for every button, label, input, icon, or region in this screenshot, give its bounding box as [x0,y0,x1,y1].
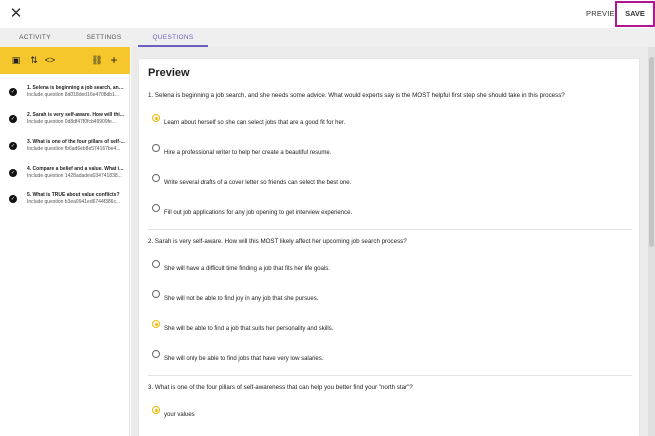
option-label: She will only be able to find jobs that … [164,356,324,362]
tab-settings[interactable]: SETTINGS [70,28,138,47]
question-2-option-3[interactable]: She will be able to find a job that suit… [152,320,622,334]
option-label: your values [164,412,195,418]
sidebar-item-title: 5. What is TRUE about value conflicts? [27,192,120,198]
sidebar-item-title: 1. Selena is beginning a job search, and… [27,85,125,91]
radio-selected-icon[interactable] [152,114,160,122]
check-circle-icon: ✓ [9,88,17,96]
radio-icon[interactable] [152,174,160,182]
close-icon[interactable]: ✕ [9,6,23,22]
tab-activity[interactable]: ACTIVITY [0,28,70,47]
tab-bar: ACTIVITY SETTINGS QUESTIONS [0,28,655,47]
radio-icon[interactable] [152,260,160,268]
tab-questions[interactable]: QUESTIONS [138,28,208,47]
sidebar-item-title: 4. Compare a belief and a value. What i.… [27,166,124,172]
scrollbar-thumb[interactable] [649,57,654,247]
sidebar-item-title: 2. Sarah is very self-aware. How will th… [27,112,124,118]
question-2-option-4[interactable]: She will only be able to find jobs that … [152,350,622,364]
radio-icon[interactable] [152,290,160,298]
question-sidebar: ▣ ⇅ <> ⛓ + ✓ 1. Selena is beginning a jo… [0,47,130,436]
question-1-option-1[interactable]: Learn about herself so she can select jo… [152,114,622,128]
sort-icon[interactable]: ⇅ [28,54,40,66]
radio-selected-icon[interactable] [152,406,160,414]
check-circle-icon: ✓ [9,115,17,123]
option-label: She will have a difficult time finding a… [164,266,330,272]
sidebar-item-question-3[interactable]: ✓ 3. What is one of the four pillars of … [0,136,130,166]
question-divider [148,375,632,376]
sidebar-item-subtitle: Include question 0d8df47f0fcb49909fe... [27,119,116,125]
code-icon[interactable]: <> [44,54,56,66]
option-label: She will not be able to find joy in any … [164,296,319,302]
option-label: Write several drafts of a cover letter s… [164,180,352,186]
sidebar-item-subtitle: Include question 1428adadea034741838... [27,173,122,179]
sidebar-item-question-2[interactable]: ✓ 2. Sarah is very self-aware. How will … [0,109,130,139]
question-1-option-4[interactable]: Fill out job applications for any job op… [152,204,622,218]
sidebar-item-question-1[interactable]: ✓ 1. Selena is beginning a job search, a… [0,82,130,112]
check-circle-icon: ✓ [9,142,17,150]
question-2-option-1[interactable]: She will have a difficult time finding a… [152,260,622,274]
question-3-option-1[interactable]: your values [152,406,622,420]
radio-selected-icon[interactable] [152,320,160,328]
radio-icon[interactable] [152,204,160,212]
preview-scrollbar[interactable] [648,47,655,436]
question-3-text: 3. What is one of the four pillars of se… [148,384,413,391]
option-label: Learn about herself so she can select jo… [164,120,346,126]
sidebar-item-subtitle: Include question 8d018ded16e4708db1... [27,92,120,98]
question-2-text: 2. Sarah is very self-aware. How will th… [148,238,407,245]
option-label: Hire a professional writer to help her c… [164,150,332,156]
option-label: Fill out job applications for any job op… [164,210,353,216]
sidebar-item-title: 3. What is one of the four pillars of se… [27,139,125,145]
check-circle-icon: ✓ [9,169,17,177]
question-2-option-2[interactable]: She will not be able to find joy in any … [152,290,622,304]
question-1-option-3[interactable]: Write several drafts of a cover letter s… [152,174,622,188]
question-divider [148,229,632,230]
question-1-text: 1. Selena is beginning a job search, and… [148,92,565,99]
top-bar: ✕ PREVIEW SAVE [0,0,655,28]
link-icon[interactable]: ⛓ [91,54,103,66]
radio-icon[interactable] [152,350,160,358]
preview-screen-icon[interactable]: ▣ [10,54,22,66]
save-button[interactable]: SAVE [615,1,655,27]
sidebar-item-subtitle: Include question b3ea9941ed6744f386c... [27,199,121,205]
add-icon[interactable]: + [108,54,120,66]
radio-icon[interactable] [152,144,160,152]
option-label: She will be able to find a job that suit… [164,326,334,332]
question-1-option-2[interactable]: Hire a professional writer to help her c… [152,144,622,158]
sidebar-item-subtitle: Include question fb6ad6eb8e574167be4... [27,146,121,152]
sidebar-item-question-5[interactable]: ✓ 5. What is TRUE about value conflicts?… [0,189,130,219]
preview-title: Preview [148,67,190,79]
sidebar-toolbar: ▣ ⇅ <> ⛓ + [0,47,130,74]
check-circle-icon: ✓ [9,195,17,203]
